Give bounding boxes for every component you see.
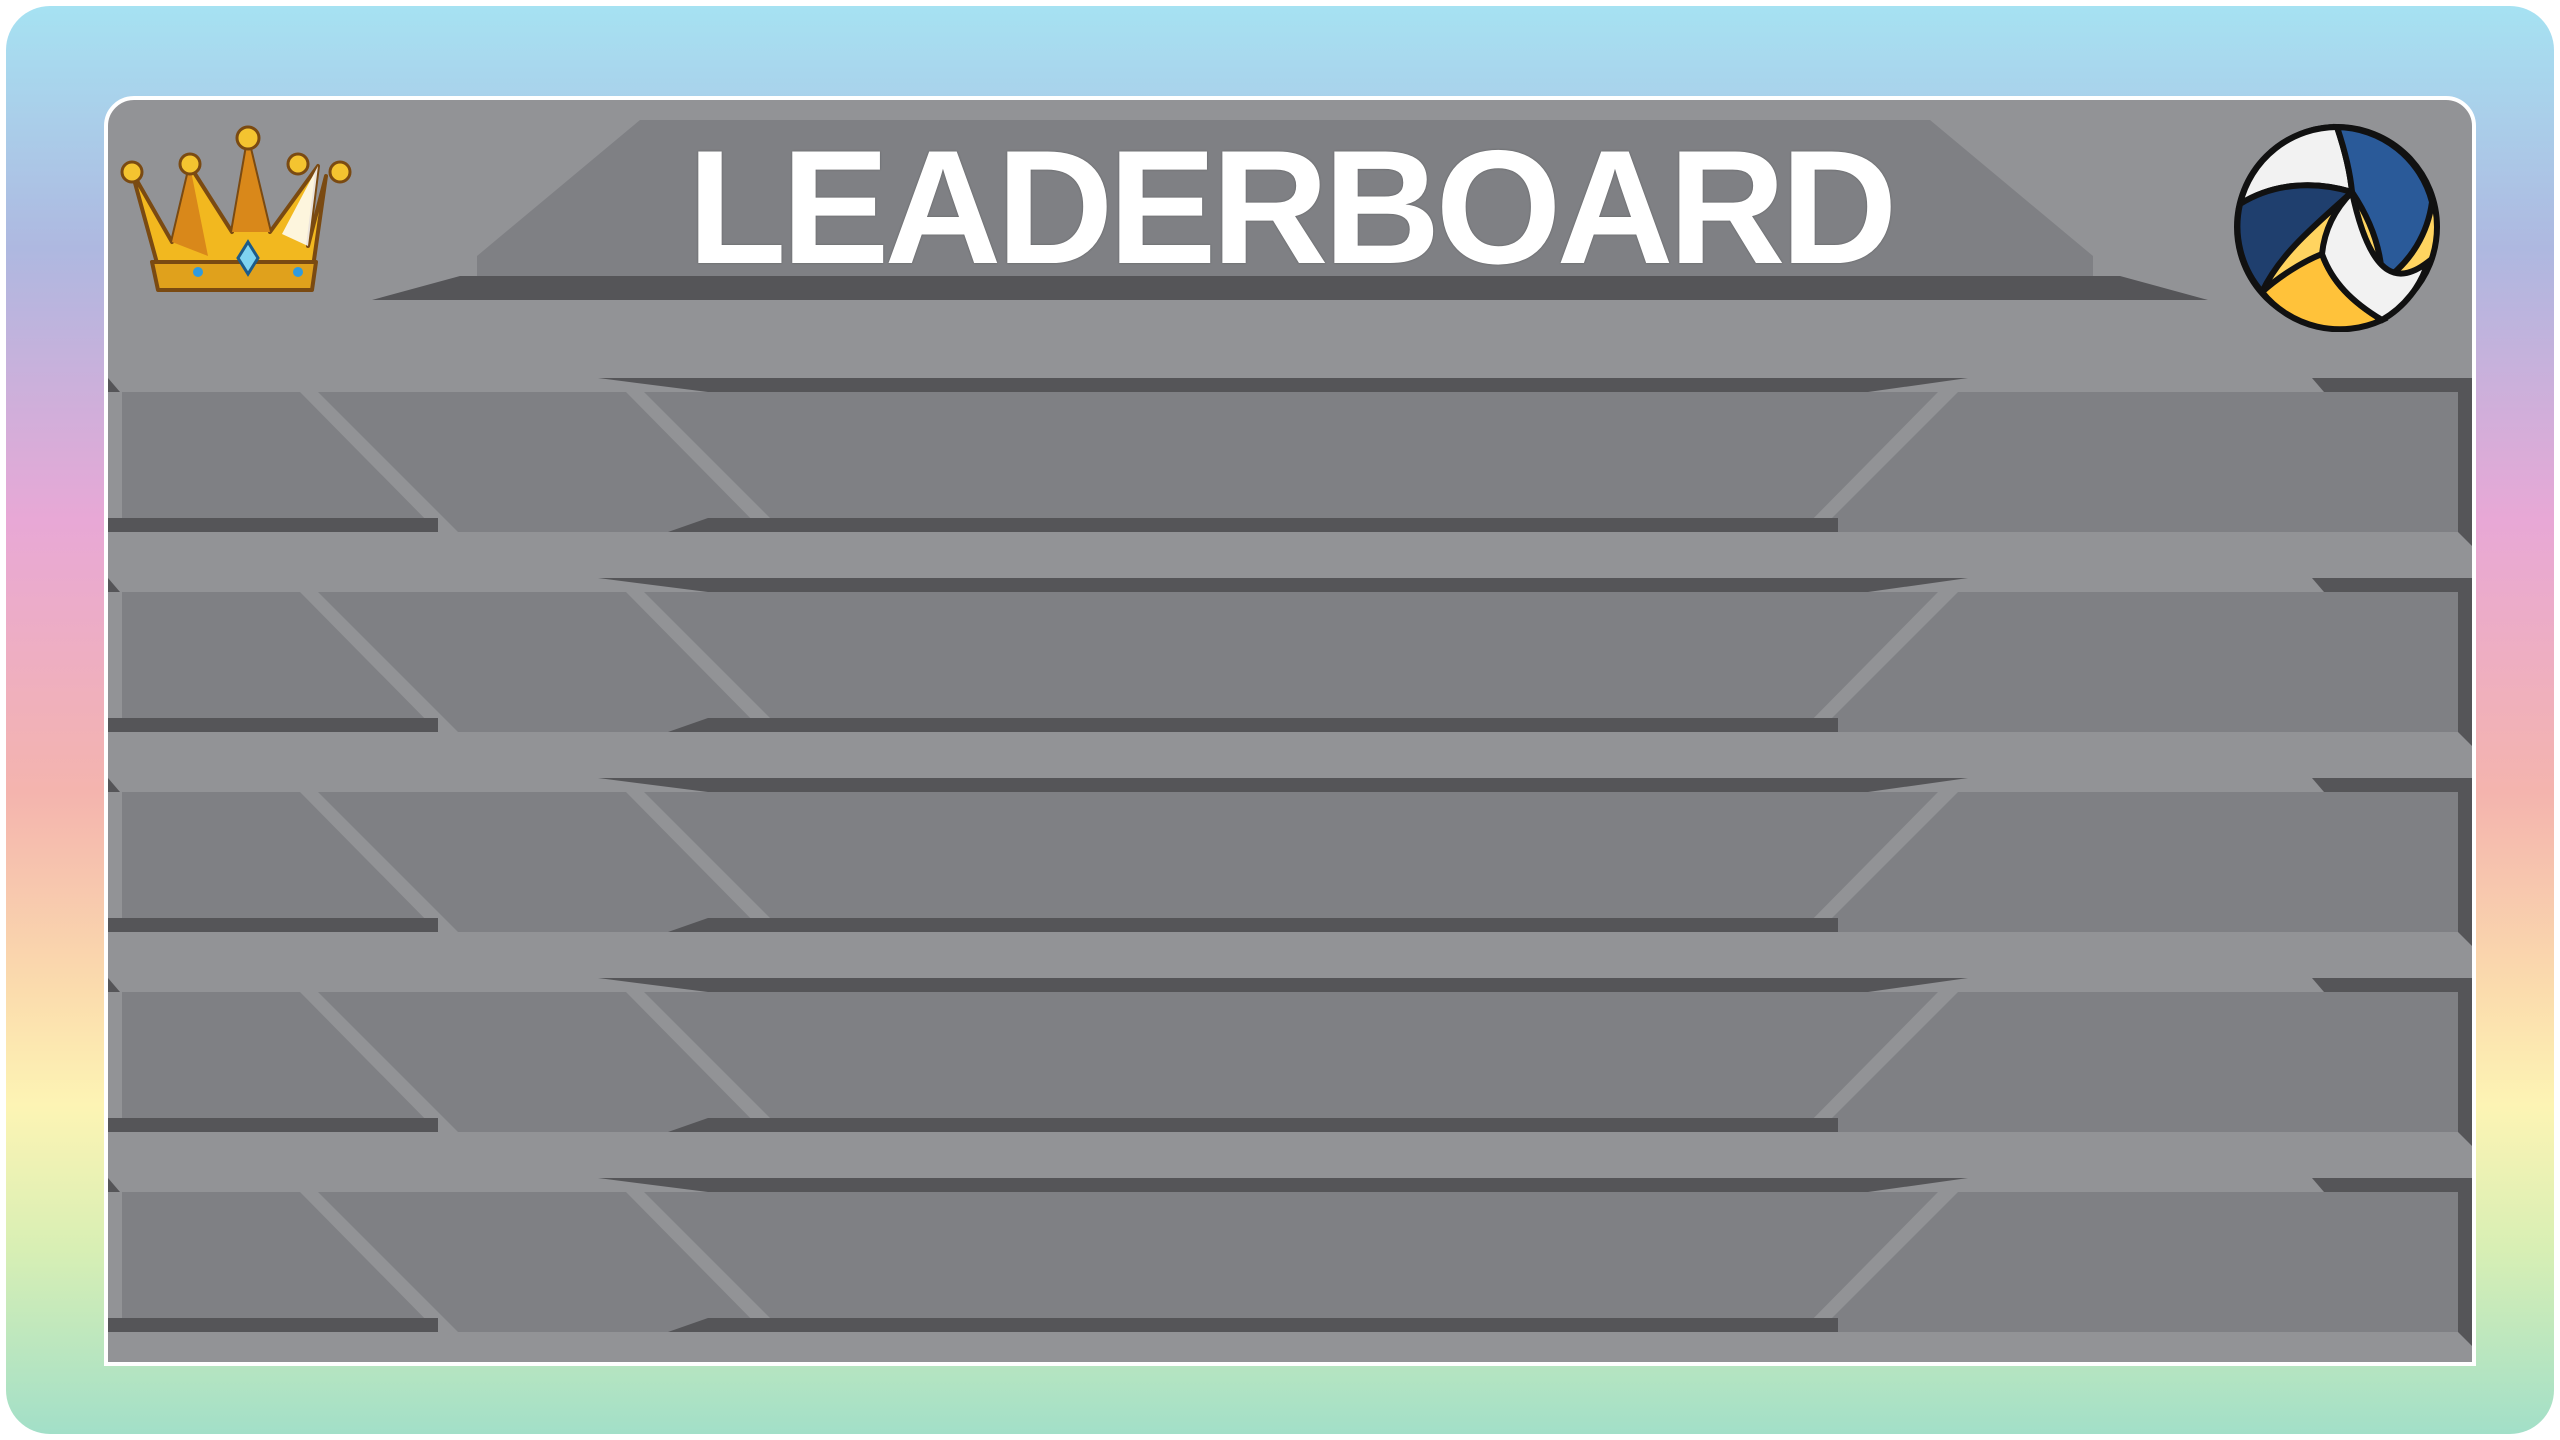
player-name-cell (668, 992, 1968, 1132)
rank-cell (128, 1192, 368, 1332)
volleyball-icon (2234, 123, 2440, 332)
leaderboard-row (108, 1178, 2472, 1346)
leaderboard-row (108, 778, 2472, 946)
score-cell (1968, 592, 2448, 732)
rank-cell (128, 592, 368, 732)
page-title: LEADERBOARD (687, 117, 1897, 298)
badge-cell (348, 592, 678, 732)
leaderboard-row (108, 978, 2472, 1146)
leaderboard-board: LEADERBOARD (104, 96, 2476, 1366)
badge-cell (348, 392, 678, 532)
leaderboard-row (108, 578, 2472, 746)
background-frame: LEADERBOARD (6, 6, 2554, 1434)
badge-cell (348, 1192, 678, 1332)
rank-cell (128, 792, 368, 932)
player-name-cell (668, 1192, 1968, 1332)
score-cell (1968, 992, 2448, 1132)
player-name-cell (668, 592, 1968, 732)
player-name-cell (668, 792, 1968, 932)
score-cell (1968, 392, 2448, 532)
rank-cell (128, 392, 368, 532)
player-name-cell (668, 392, 1968, 532)
score-cell (1968, 1192, 2448, 1332)
crown-icon (120, 125, 352, 292)
rank-cell (128, 992, 368, 1132)
score-cell (1968, 792, 2448, 932)
leaderboard-row (108, 378, 2472, 546)
badge-cell (348, 992, 678, 1132)
badge-cell (348, 792, 678, 932)
